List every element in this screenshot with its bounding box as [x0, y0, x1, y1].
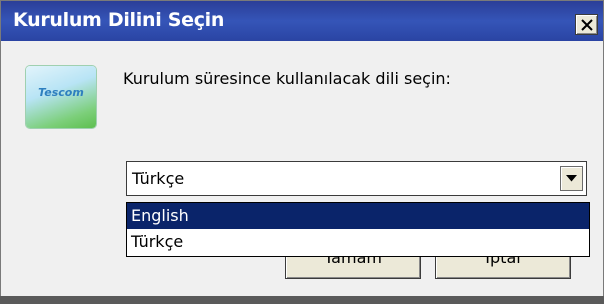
language-dropdown-list: English Türkçe: [126, 202, 590, 257]
window-title: Kurulum Dilini Seçin: [13, 9, 225, 31]
language-select[interactable]: Türkçe: [126, 161, 587, 196]
close-icon: [580, 18, 593, 31]
tescom-logo: Tescom: [26, 66, 96, 128]
close-button[interactable]: [575, 14, 598, 35]
language-prompt: Kurulum süresince kullanılacak dili seçi…: [123, 69, 451, 88]
dropdown-option-english[interactable]: English: [127, 203, 589, 229]
title-bar[interactable]: Kurulum Dilini Seçin: [1, 1, 603, 41]
language-select-value: Türkçe: [132, 169, 185, 188]
window-bottom-edge: [0, 296, 604, 304]
dropdown-option-turkce[interactable]: Türkçe: [127, 229, 589, 255]
chevron-down-icon: [566, 175, 577, 182]
installer-language-dialog: Kurulum Dilini Seçin Tescom Kurulum süre…: [0, 0, 604, 304]
logo-text: Tescom: [38, 86, 84, 99]
dropdown-button[interactable]: [560, 166, 583, 191]
